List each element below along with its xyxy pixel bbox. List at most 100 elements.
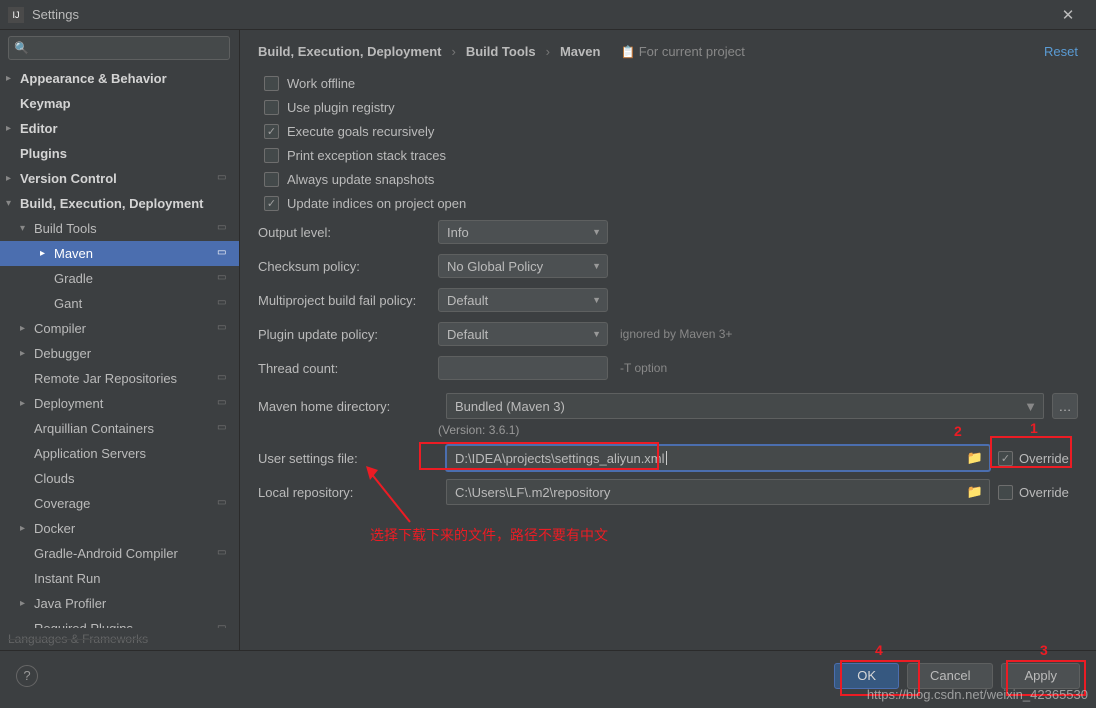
breadcrumb-a[interactable]: Build, Execution, Deployment [258, 44, 441, 59]
sidebar-item-version-control[interactable]: ▸Version Control▭ [0, 166, 239, 191]
sidebar-item-label: Appearance & Behavior [20, 71, 217, 86]
checksum-policy-select[interactable]: No Global Policy▼ [438, 254, 608, 278]
sidebar-item-label: Required Plugins [34, 621, 217, 628]
sidebar-item-label: Build Tools [34, 221, 217, 236]
checkbox-row[interactable]: Always update snapshots [258, 167, 1078, 191]
sidebar-item-label: Clouds [34, 471, 217, 486]
output-level-select[interactable]: Info▼ [438, 220, 608, 244]
sidebar-item-label: Docker [34, 521, 217, 536]
sidebar-item-editor[interactable]: ▸Editor [0, 116, 239, 141]
checkbox-icon [264, 76, 279, 91]
project-scope-tag: 📋 For current project [620, 44, 744, 59]
maven-home-label: Maven home directory: [258, 399, 438, 414]
close-icon[interactable]: ✕ [1048, 6, 1088, 24]
sidebar-item-keymap[interactable]: Keymap [0, 91, 239, 116]
local-repo-override[interactable]: Override [998, 485, 1078, 500]
sidebar-item-label: Arquillian Containers [34, 421, 217, 436]
app-logo-icon: IJ [8, 7, 24, 23]
sidebar-item-gant[interactable]: Gant▭ [0, 291, 239, 316]
project-icon: ▭ [217, 322, 231, 336]
local-repo-input[interactable]: C:\Users\LF\.m2\repository 📁 [446, 479, 990, 505]
sidebar-item-label: Editor [20, 121, 217, 136]
arrow-icon: ▸ [40, 248, 54, 259]
ok-button[interactable]: OK [834, 663, 899, 689]
breadcrumb-sep: › [451, 44, 455, 59]
sidebar-item-docker[interactable]: ▸Docker [0, 516, 239, 541]
sidebar-item-maven[interactable]: ▸Maven▭ [0, 241, 239, 266]
checkbox-icon [264, 172, 279, 187]
maven-home-browse-button[interactable]: … [1052, 393, 1078, 419]
user-settings-override[interactable]: Override [998, 451, 1078, 466]
sidebar-item-required-plugins[interactable]: Required Plugins▭ [0, 616, 239, 628]
project-icon [217, 197, 231, 211]
output-level-label: Output level: [258, 225, 438, 240]
sidebar-item-debugger[interactable]: ▸Debugger [0, 341, 239, 366]
thread-count-input[interactable] [438, 356, 608, 380]
user-settings-label: User settings file: [258, 451, 438, 466]
sidebar-item-label: Gradle-Android Compiler [34, 546, 217, 561]
project-icon: ▭ [217, 247, 231, 261]
user-settings-input[interactable]: D:\IDEA\projects\settings_aliyun.xml 📁 [446, 445, 990, 471]
sidebar-item-remote-jar-repositories[interactable]: Remote Jar Repositories▭ [0, 366, 239, 391]
checkbox-row[interactable]: Execute goals recursively [258, 119, 1078, 143]
sidebar-item-java-profiler[interactable]: ▸Java Profiler [0, 591, 239, 616]
sidebar-item-gradle[interactable]: Gradle▭ [0, 266, 239, 291]
checkbox-row[interactable]: Print exception stack traces [258, 143, 1078, 167]
sidebar-item-compiler[interactable]: ▸Compiler▭ [0, 316, 239, 341]
sidebar-item-build-tools[interactable]: ▾Build Tools▭ [0, 216, 239, 241]
checkbox-icon [264, 100, 279, 115]
checksum-policy-label: Checksum policy: [258, 259, 438, 274]
plugin-update-select[interactable]: Default▼ [438, 322, 608, 346]
checkbox-label: Work offline [287, 76, 355, 91]
checkbox-row[interactable]: Update indices on project open [258, 191, 1078, 215]
multiproject-policy-select[interactable]: Default▼ [438, 288, 608, 312]
sidebar-item-label: Java Profiler [34, 596, 217, 611]
checkbox-icon [264, 124, 279, 139]
project-icon [217, 447, 231, 461]
help-button[interactable]: ? [16, 665, 38, 687]
project-icon: ▭ [217, 172, 231, 186]
arrow-icon: ▸ [20, 323, 34, 334]
folder-icon[interactable]: 📁 [967, 450, 983, 466]
sidebar: 🔍 ▸Appearance & BehaviorKeymap▸EditorPlu… [0, 30, 240, 650]
checkbox-row[interactable]: Work offline [258, 71, 1078, 95]
chevron-down-icon: ▼ [592, 295, 601, 305]
sidebar-item-application-servers[interactable]: Application Servers [0, 441, 239, 466]
chevron-down-icon: ▼ [1024, 399, 1037, 414]
sidebar-item-build-execution-deployment[interactable]: ▾Build, Execution, Deployment [0, 191, 239, 216]
plugin-update-hint: ignored by Maven 3+ [620, 327, 732, 341]
sidebar-item-label: Debugger [34, 346, 217, 361]
local-repo-label: Local repository: [258, 485, 438, 500]
sidebar-item-label: Gant [54, 296, 217, 311]
sidebar-item-label: Version Control [20, 171, 217, 186]
sidebar-item-coverage[interactable]: Coverage▭ [0, 491, 239, 516]
content-pane: Build, Execution, Deployment › Build Too… [240, 30, 1096, 650]
apply-button[interactable]: Apply [1001, 663, 1080, 689]
search-input[interactable] [8, 36, 230, 60]
checkbox-label: Always update snapshots [287, 172, 434, 187]
checkbox-icon [998, 485, 1013, 500]
sidebar-item-plugins[interactable]: Plugins [0, 141, 239, 166]
sidebar-item-clouds[interactable]: Clouds [0, 466, 239, 491]
sidebar-item-instant-run[interactable]: Instant Run [0, 566, 239, 591]
thread-count-label: Thread count: [258, 361, 438, 376]
arrow-icon: ▸ [6, 123, 20, 134]
sidebar-item-label: Deployment [34, 396, 217, 411]
cancel-button[interactable]: Cancel [907, 663, 993, 689]
sidebar-item-deployment[interactable]: ▸Deployment▭ [0, 391, 239, 416]
maven-home-select[interactable]: Bundled (Maven 3)▼ [446, 393, 1044, 419]
sidebar-item-label: Gradle [54, 271, 217, 286]
settings-tree: ▸Appearance & BehaviorKeymap▸EditorPlugi… [0, 66, 239, 628]
project-icon [217, 97, 231, 111]
folder-icon[interactable]: 📁 [967, 484, 983, 500]
checkbox-row[interactable]: Use plugin registry [258, 95, 1078, 119]
sidebar-item-gradle-android-compiler[interactable]: Gradle-Android Compiler▭ [0, 541, 239, 566]
reset-link[interactable]: Reset [1044, 44, 1078, 59]
breadcrumb-b[interactable]: Build Tools [466, 44, 536, 59]
project-icon [217, 122, 231, 136]
sidebar-item-appearance-behavior[interactable]: ▸Appearance & Behavior [0, 66, 239, 91]
sidebar-item-arquillian-containers[interactable]: Arquillian Containers▭ [0, 416, 239, 441]
sidebar-truncated[interactable]: Languages & Frameworks [0, 628, 239, 650]
checkbox-label: Print exception stack traces [287, 148, 446, 163]
checkbox-icon [998, 451, 1013, 466]
